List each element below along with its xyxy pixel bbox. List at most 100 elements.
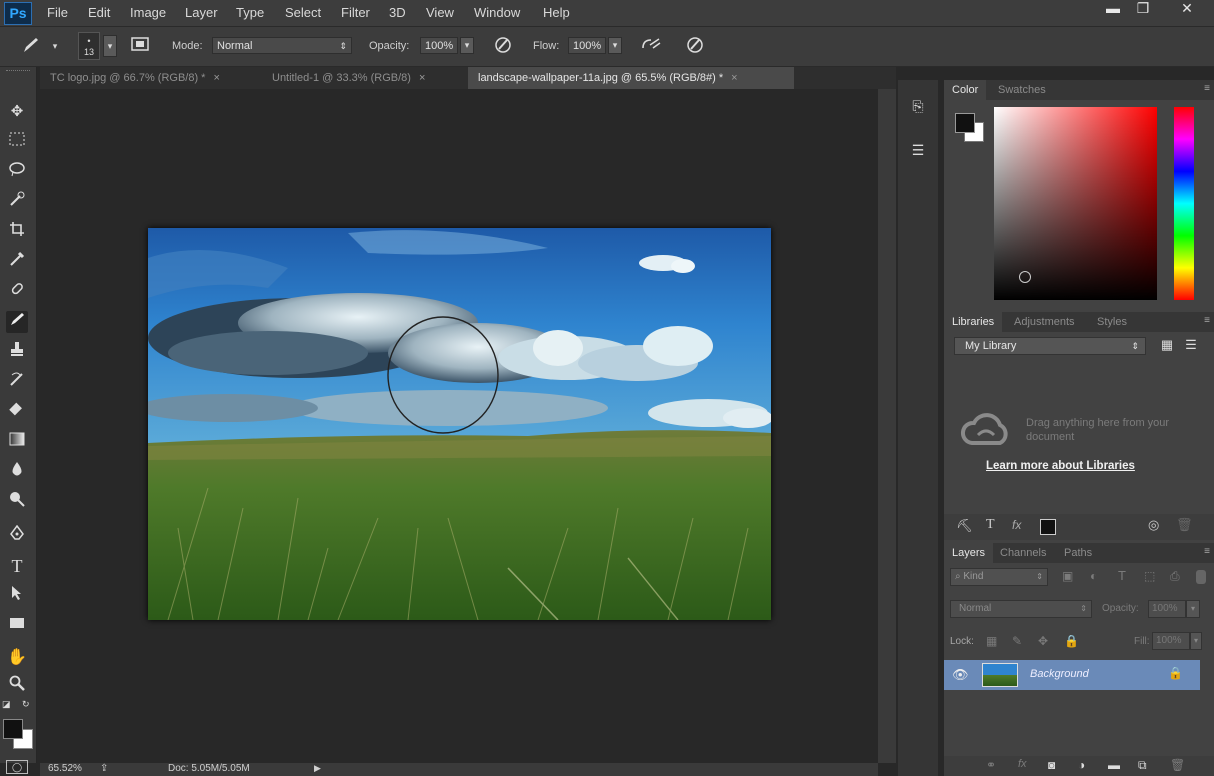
menu-filter[interactable]: Filter	[341, 5, 370, 20]
brush-picker-dropdown[interactable]: ▾	[103, 35, 117, 57]
menu-image[interactable]: Image	[130, 5, 166, 20]
blur-tool-icon[interactable]	[6, 461, 28, 483]
foreground-color-swatch[interactable]	[3, 719, 23, 739]
gradient-tool-icon[interactable]	[6, 431, 28, 453]
brush-tool-preset-icon[interactable]	[20, 36, 42, 56]
tab-swatches[interactable]: Swatches	[990, 80, 1054, 100]
menu-edit[interactable]: Edit	[88, 5, 110, 20]
layer-opacity-input[interactable]: 100%	[1148, 600, 1186, 618]
layer-name[interactable]: Background	[1030, 668, 1089, 680]
tab-color[interactable]: Color	[944, 80, 987, 100]
link-layers-icon[interactable]: ⚭	[986, 758, 996, 772]
color-field[interactable]	[994, 107, 1157, 300]
quick-selection-tool-icon[interactable]	[6, 191, 28, 213]
rectangle-tool-icon[interactable]	[6, 615, 28, 637]
lock-all-icon[interactable]: 🔒	[1064, 634, 1079, 648]
brush-tool-icon[interactable]	[6, 311, 28, 333]
lasso-tool-icon[interactable]	[6, 161, 28, 183]
flow-input[interactable]: 100%	[568, 37, 606, 54]
default-colors-icon[interactable]: ◪	[2, 699, 12, 709]
filter-adjustment-icon[interactable]: ◐	[1090, 569, 1097, 583]
fill-input[interactable]: 100%	[1152, 632, 1190, 650]
menu-select[interactable]: Select	[285, 5, 321, 20]
close-icon[interactable]: ✕	[1172, 0, 1202, 18]
eye-icon[interactable]: 👁	[952, 667, 969, 683]
panel-menu-icon[interactable]: ≡	[1204, 546, 1210, 557]
menu-3d[interactable]: 3D	[389, 5, 406, 20]
new-group-icon[interactable]: ▬	[1108, 758, 1120, 772]
crop-tool-icon[interactable]	[6, 221, 28, 243]
tab-landscape-wallpaper[interactable]: landscape-wallpaper-11a.jpg @ 65.5% (RGB…	[468, 67, 794, 89]
opacity-dropdown[interactable]: ▾	[460, 37, 474, 54]
add-fill-color-icon[interactable]	[1040, 519, 1056, 535]
clone-stamp-tool-icon[interactable]	[6, 341, 28, 363]
sync-status-icon[interactable]: ◎	[1148, 517, 1159, 533]
close-icon[interactable]: ×	[419, 72, 425, 84]
move-tool-icon[interactable]: ✥	[6, 101, 28, 123]
flow-dropdown[interactable]: ▾	[608, 37, 622, 54]
new-layer-icon[interactable]: ⧉	[1138, 758, 1147, 773]
layer-row-background[interactable]: 👁 Background 🔒	[944, 660, 1200, 690]
healing-brush-tool-icon[interactable]	[6, 281, 28, 303]
tab-libraries[interactable]: Libraries	[944, 312, 1003, 332]
layer-opacity-dropdown[interactable]: ▾	[1186, 600, 1200, 618]
history-panel-icon[interactable]: ⎘	[906, 94, 930, 118]
path-selection-tool-icon[interactable]	[6, 585, 28, 607]
tab-layers[interactable]: Layers	[944, 543, 994, 563]
delete-layer-icon[interactable]: 🗑	[1170, 758, 1185, 772]
lock-pixels-icon[interactable]: ✎	[1012, 634, 1022, 648]
chevron-down-icon[interactable]: ▾	[44, 36, 66, 56]
brush-size-picker[interactable]: • 13	[78, 32, 100, 60]
menu-file[interactable]: File	[47, 5, 68, 20]
panel-menu-icon[interactable]: ≡	[1204, 315, 1210, 326]
restore-icon[interactable]: ❐	[1128, 0, 1158, 18]
learn-more-libraries-link[interactable]: Learn more about Libraries	[986, 460, 1135, 472]
filter-type-icon[interactable]: T	[1118, 568, 1126, 583]
minimize-icon[interactable]: ▬	[1098, 0, 1128, 18]
export-icon[interactable]: ⇪	[100, 763, 108, 774]
add-character-style-icon[interactable]: T	[986, 517, 995, 533]
fill-dropdown[interactable]: ▾	[1190, 632, 1202, 650]
tab-styles[interactable]: Styles	[1089, 312, 1135, 332]
color-fg-swatch[interactable]	[955, 113, 975, 133]
document-image[interactable]	[148, 228, 771, 620]
eyedropper-tool-icon[interactable]	[6, 251, 28, 273]
type-tool-icon[interactable]: T	[6, 555, 28, 577]
history-brush-tool-icon[interactable]	[6, 371, 28, 393]
opacity-input[interactable]: 100%	[420, 37, 458, 54]
filter-toggle[interactable]	[1196, 570, 1206, 584]
add-layer-style-icon[interactable]: fx	[1012, 518, 1021, 532]
tab-tc-logo[interactable]: TC logo.jpg @ 66.7% (RGB/8) * ×	[40, 67, 262, 89]
zoom-level[interactable]: 65.52%	[48, 763, 82, 774]
menu-view[interactable]: View	[426, 5, 454, 20]
tab-channels[interactable]: Channels	[992, 543, 1054, 563]
add-graphic-icon[interactable]: ⛏	[956, 518, 973, 534]
menu-type[interactable]: Type	[236, 5, 264, 20]
swap-colors-icon[interactable]: ↻	[22, 699, 32, 709]
brush-panel-toggle-icon[interactable]	[129, 36, 151, 56]
grid-view-icon[interactable]: ▦	[1158, 337, 1176, 355]
mode-select[interactable]: Normal ⇕	[212, 37, 352, 54]
zoom-tool-icon[interactable]	[6, 675, 28, 697]
menu-window[interactable]: Window	[474, 5, 520, 20]
tab-paths[interactable]: Paths	[1056, 543, 1100, 563]
filter-shape-icon[interactable]: ⬚	[1144, 569, 1155, 583]
filter-smart-object-icon[interactable]: ⎙	[1170, 569, 1180, 584]
library-select[interactable]: My Library ⇕	[954, 337, 1146, 355]
menu-layer[interactable]: Layer	[185, 5, 218, 20]
properties-panel-icon[interactable]: ☰	[906, 138, 930, 162]
tab-adjustments[interactable]: Adjustments	[1006, 312, 1083, 332]
tab-untitled-1[interactable]: Untitled-1 @ 33.3% (RGB/8) ×	[262, 67, 468, 89]
blend-mode-select[interactable]: Normal ⇕	[950, 600, 1092, 618]
vertical-scrollbar[interactable]	[878, 89, 896, 763]
panel-menu-icon[interactable]: ≡	[1204, 83, 1210, 94]
lock-position-icon[interactable]: ✥	[1038, 634, 1048, 648]
layer-style-icon[interactable]: fx	[1018, 758, 1027, 770]
hue-slider[interactable]	[1174, 107, 1194, 300]
pressure-opacity-icon[interactable]	[492, 36, 514, 56]
add-mask-icon[interactable]: ◙	[1048, 758, 1055, 772]
filter-pixel-icon[interactable]: ▣	[1062, 569, 1073, 583]
close-icon[interactable]: ×	[731, 72, 737, 84]
quick-mask-icon[interactable]: ◯	[6, 760, 28, 774]
airbrush-icon[interactable]	[640, 36, 662, 56]
